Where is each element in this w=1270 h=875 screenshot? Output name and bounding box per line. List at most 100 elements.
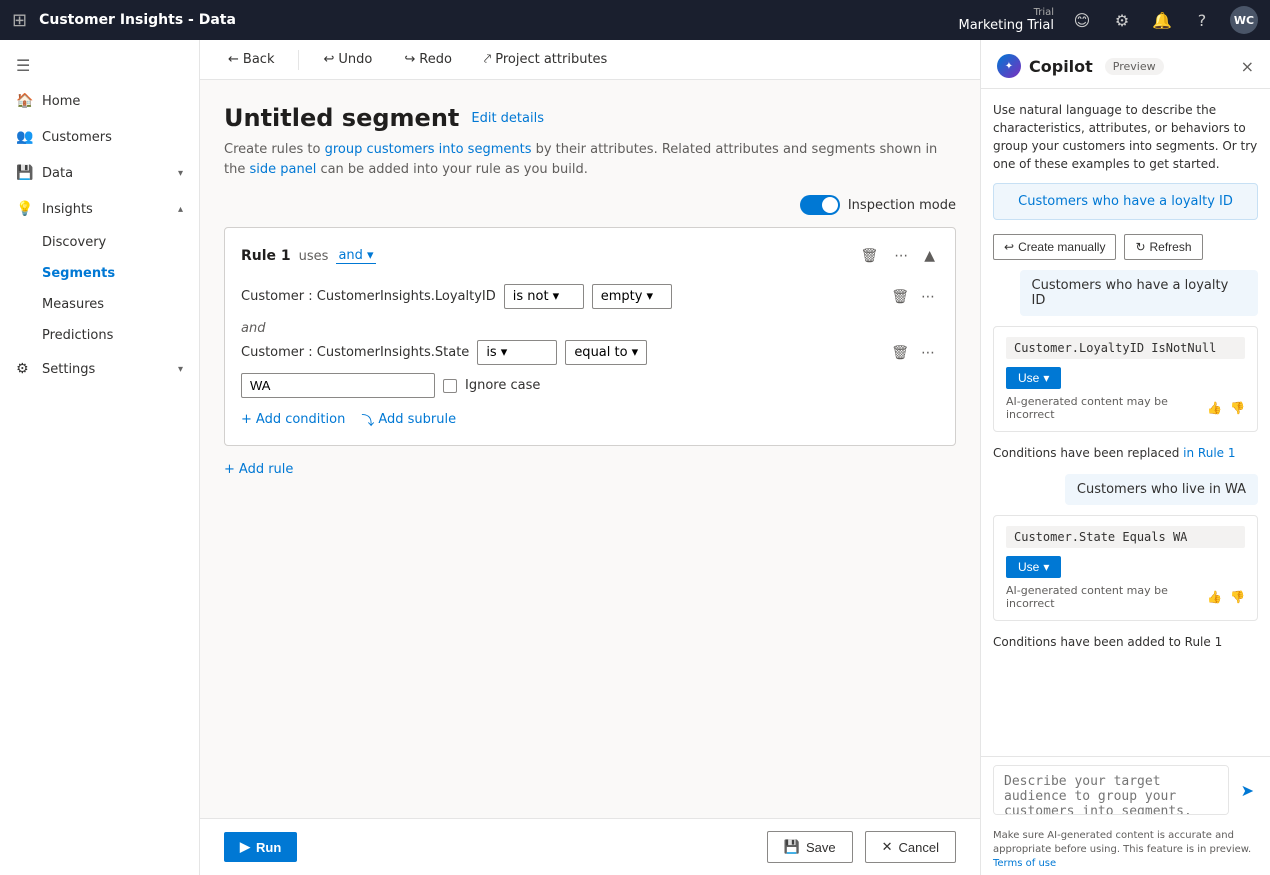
settings-nav-icon: ⚙ [16,361,32,377]
trial-label: Trial [1034,7,1054,18]
condition2-op-select[interactable]: is ▾ [477,340,557,365]
condition2-actions: 🗑 ⋯ [887,341,939,365]
add-subrule-link[interactable]: ⤵ Add subrule [361,410,456,429]
state-value-input[interactable] [241,373,435,398]
undo-label: Undo [338,52,372,67]
inspection-toggle[interactable] [800,195,840,215]
condition1-field: Customer : CustomerInsights.LoyaltyID [241,289,496,304]
copilot-suggestion-1[interactable]: Customers who have a loyalty ID [993,183,1258,220]
disclaimer-main-text: Make sure AI-generated content is accura… [993,830,1251,855]
condition2-val-select[interactable]: equal to ▾ [565,340,647,365]
sidebar-discovery-label: Discovery [42,235,106,250]
page-title-row: Untitled segment Edit details [224,104,956,132]
refresh-icon: ↻ [1135,240,1145,254]
sidebar-item-customers[interactable]: 👥 Customers [0,119,199,155]
condition1-op-select[interactable]: is not ▾ [504,284,584,309]
sidebar-item-measures[interactable]: Measures [0,289,199,320]
rule-box: Rule 1 uses and ▾ 🗑 ⋯ ▲ Customer : Custo… [224,227,956,446]
help-icon[interactable]: 😊 [1070,8,1094,32]
rule-collapse-icon[interactable]: ▲ [920,244,939,268]
rule-uses-label: uses [299,249,329,264]
use-button-1[interactable]: Use ▾ [1006,367,1061,389]
condition1-more-icon[interactable]: ⋯ [917,285,939,309]
condition2-val-chevron: ▾ [632,345,639,360]
sidebar-item-settings[interactable]: ⚙ Settings ▾ [0,351,199,387]
condition1-val-select[interactable]: empty ▾ [592,284,672,309]
ai-disclaimer-2: AI-generated content may be incorrect 👍 … [1006,584,1245,610]
cancel-label: Cancel [899,840,939,855]
rule-header: Rule 1 uses and ▾ 🗑 ⋯ ▲ [241,244,939,268]
sidebar-item-insights-label: Insights [42,202,93,217]
run-icon: ▶ [240,839,250,855]
save-label: Save [806,840,836,855]
sidebar-predictions-label: Predictions [42,328,113,343]
condition2-more-icon[interactable]: ⋯ [917,341,939,365]
undo-button[interactable]: ↩ Undo [315,48,380,71]
back-button[interactable]: ← Back [220,48,282,71]
sidebar-item-home[interactable]: 🏠 Home [0,83,199,119]
trial-name: Marketing Trial [959,18,1055,33]
rule-and-dropdown[interactable]: and ▾ [336,248,375,264]
create-manually-button[interactable]: ↩ Create manually [993,234,1116,260]
project-icon: ⤤ [484,52,491,67]
thumbup-1[interactable]: 👍 [1207,401,1222,415]
send-button[interactable]: ➤ [1237,777,1258,804]
add-subrule-icon: ⤵ [361,410,374,429]
topbar: ⊞ Customer Insights - Data Trial Marketi… [0,0,1270,40]
ignore-case-label: Ignore case [465,378,540,393]
sidebar-item-predictions[interactable]: Predictions [0,320,199,351]
thumbdown-2[interactable]: 👎 [1230,590,1245,604]
condition2-val-label: equal to [574,345,627,360]
inspection-row: Inspection mode [224,195,956,215]
app-title: Customer Insights - Data [39,12,946,28]
condition-row-2: Customer : CustomerInsights.State is ▾ e… [241,340,939,365]
sidebar-item-segments[interactable]: Segments [0,258,199,289]
question-icon[interactable]: ? [1190,8,1214,32]
ignore-case-checkbox[interactable] [443,379,457,393]
rule-delete-icon[interactable]: 🗑 [856,244,882,268]
data-icon: 💾 [16,165,32,181]
back-label: Back [243,52,275,67]
thumbdown-1[interactable]: 👎 [1230,401,1245,415]
copilot-close-button[interactable]: × [1241,57,1254,76]
sidebar-item-data[interactable]: 💾 Data ▾ [0,155,199,191]
page-title-text: Untitled segment [224,104,459,132]
response1-code: Customer.LoyaltyID IsNotNull [1006,337,1245,359]
save-icon: 💾 [784,839,800,855]
add-rule-label: Add rule [239,462,294,477]
edit-details-link[interactable]: Edit details [471,111,544,126]
thumbup-2[interactable]: 👍 [1207,590,1222,604]
condition1-op-label: is not [513,289,549,304]
condition1-val-label: empty [601,289,643,304]
cancel-button[interactable]: ✕ Cancel [865,831,956,863]
status-message-1: Conditions have been replaced in Rule 1 [993,442,1258,464]
run-button[interactable]: ▶ Run [224,832,297,862]
refresh-label: Refresh [1150,240,1192,254]
copilot-response-2: Customer.State Equals WA Use ▾ AI-genera… [993,515,1258,621]
redo-button[interactable]: ↪ Redo [396,48,460,71]
settings-icon[interactable]: ⚙ [1110,8,1134,32]
home-icon: 🏠 [16,93,32,109]
condition2-delete-icon[interactable]: 🗑 [887,341,913,365]
copilot-title: Copilot [1029,57,1093,76]
grid-icon[interactable]: ⊞ [12,10,27,31]
toolbar: ← Back ↩ Undo ↪ Redo ⤤ Project attribute… [200,40,980,80]
rule-more-icon[interactable]: ⋯ [890,244,912,268]
terms-link[interactable]: Terms of use [993,858,1056,869]
page-subtitle: Create rules to group customers into seg… [224,140,956,179]
copilot-input[interactable] [993,765,1229,815]
add-condition-link[interactable]: + Add condition [241,412,345,427]
save-button[interactable]: 💾 Save [767,831,853,863]
project-attributes-button[interactable]: ⤤ Project attributes [476,48,615,71]
add-rule-icon: + [224,462,235,477]
use-button-2[interactable]: Use ▾ [1006,556,1061,578]
toggle-knob [822,197,838,213]
sidebar-toggle[interactable]: ☰ [0,48,199,83]
refresh-button[interactable]: ↻ Refresh [1124,234,1202,260]
sidebar-item-discovery[interactable]: Discovery [0,227,199,258]
add-rule-link[interactable]: + Add rule [224,462,956,477]
sidebar-item-insights[interactable]: 💡 Insights ▴ [0,191,199,227]
avatar[interactable]: WC [1230,6,1258,34]
condition1-delete-icon[interactable]: 🗑 [887,285,913,309]
notification-icon[interactable]: 🔔 [1150,8,1174,32]
